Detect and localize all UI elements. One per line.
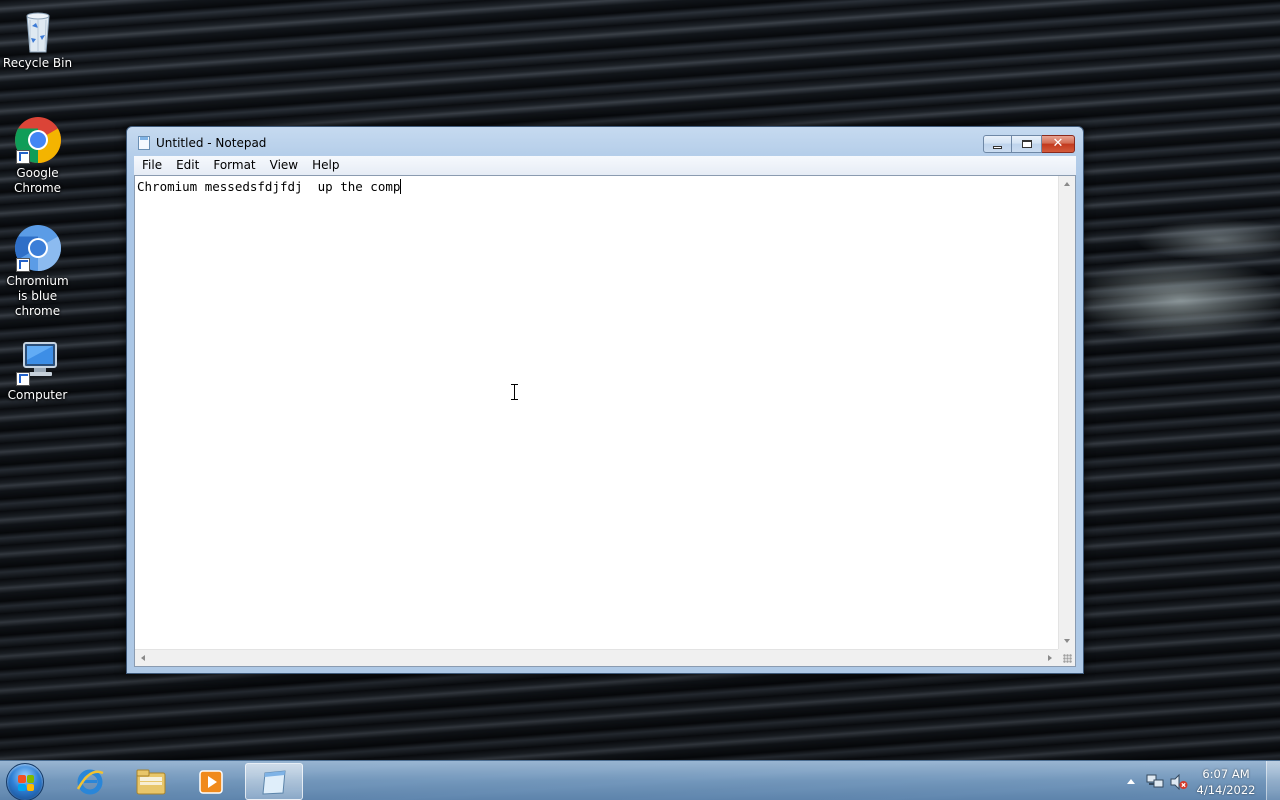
recycle-bin-icon xyxy=(14,6,62,54)
start-button[interactable] xyxy=(6,763,44,800)
notepad-icon xyxy=(262,769,286,795)
desktop-icon-recycle-bin[interactable]: Recycle Bin xyxy=(0,6,75,71)
minimize-icon xyxy=(993,145,1002,149)
shortcut-arrow-icon xyxy=(15,372,30,386)
chromium-icon xyxy=(14,224,62,272)
scroll-down-icon[interactable] xyxy=(1064,639,1070,643)
text-content-area[interactable]: Chromium messedsfdjfdj up the comp xyxy=(135,176,1058,649)
vertical-scrollbar[interactable] xyxy=(1058,176,1075,649)
network-icon[interactable] xyxy=(1146,774,1164,790)
caption-buttons: ✕ xyxy=(983,135,1075,153)
text-caret xyxy=(400,179,402,194)
desktop-icon-google-chrome[interactable]: Google Chrome xyxy=(0,116,75,196)
taskbar-notepad[interactable] xyxy=(245,763,303,800)
close-button[interactable]: ✕ xyxy=(1042,135,1075,153)
menu-view[interactable]: View xyxy=(263,156,305,175)
desktop-icon-label: Computer xyxy=(7,388,68,402)
notepad-icon xyxy=(138,136,150,150)
desktop-icon-label: Chromium is blue chrome xyxy=(6,274,69,318)
desktop-icon-label: Google Chrome xyxy=(13,166,62,195)
show-desktop-button[interactable] xyxy=(1266,761,1280,800)
taskbar-windows-explorer[interactable] xyxy=(122,763,180,800)
taskbar: 6:07 AM 4/14/2022 xyxy=(0,760,1280,800)
scroll-left-icon[interactable] xyxy=(141,655,145,661)
folder-icon xyxy=(136,769,166,794)
menu-format[interactable]: Format xyxy=(206,156,262,175)
window-title: Untitled - Notepad xyxy=(156,136,267,150)
taskbar-internet-explorer[interactable] xyxy=(61,763,119,800)
chrome-icon xyxy=(14,116,62,164)
horizontal-scrollbar[interactable] xyxy=(135,649,1058,666)
clock-date: 4/14/2022 xyxy=(1196,783,1256,797)
shortcut-arrow-icon xyxy=(15,258,30,272)
desktop-icon-label: Recycle Bin xyxy=(2,56,73,70)
minimize-button[interactable] xyxy=(983,135,1012,153)
taskbar-media-player[interactable] xyxy=(182,763,240,800)
editor-area[interactable]: Chromium messedsfdjfdj up the comp xyxy=(134,175,1076,667)
shortcut-arrow-icon xyxy=(15,150,30,164)
clock-time: 6:07 AM xyxy=(1202,767,1250,781)
title-bar[interactable]: Untitled - Notepad ✕ xyxy=(127,127,1083,157)
maximize-icon xyxy=(1021,140,1032,148)
ibeam-cursor-icon xyxy=(511,384,518,400)
menu-edit[interactable]: Edit xyxy=(169,156,206,175)
document-text: Chromium messedsfdjfdj up the comp xyxy=(137,179,401,194)
close-icon: ✕ xyxy=(1052,136,1064,151)
menu-bar: File Edit Format View Help xyxy=(134,156,1076,175)
volume-muted-icon[interactable] xyxy=(1170,774,1188,790)
computer-icon xyxy=(14,338,62,386)
scroll-up-icon[interactable] xyxy=(1064,182,1070,186)
scroll-right-icon[interactable] xyxy=(1048,655,1052,661)
show-hidden-icons-icon[interactable] xyxy=(1127,779,1135,784)
resize-grip[interactable] xyxy=(1058,649,1075,666)
windows-flag-icon xyxy=(18,775,34,791)
desktop-icon-chromium[interactable]: Chromium is blue chrome xyxy=(0,224,75,319)
menu-file[interactable]: File xyxy=(135,156,169,175)
desktop-icon-computer[interactable]: Computer xyxy=(0,338,75,403)
resize-grip-icon xyxy=(1063,654,1072,663)
maximize-button[interactable] xyxy=(1012,135,1042,153)
media-player-icon xyxy=(199,769,223,794)
internet-explorer-icon xyxy=(76,769,104,794)
menu-help[interactable]: Help xyxy=(305,156,346,175)
clock[interactable]: 6:07 AM 4/14/2022 xyxy=(1196,766,1256,798)
notepad-window[interactable]: Untitled - Notepad ✕ File Edit Format Vi… xyxy=(126,126,1084,674)
